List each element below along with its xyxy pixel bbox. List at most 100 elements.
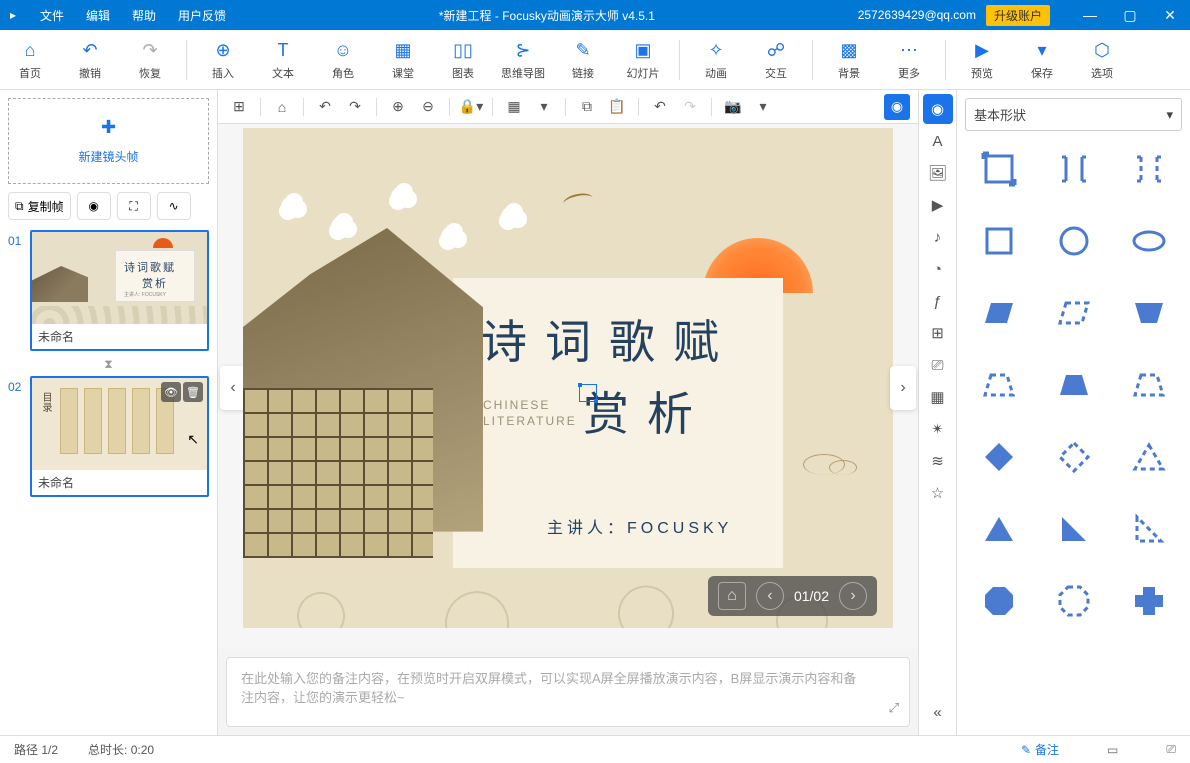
undo2-button[interactable]: ↶ xyxy=(647,94,673,120)
music-tab[interactable]: ♪ xyxy=(923,222,953,252)
ruler-button[interactable]: ⊞ xyxy=(226,94,252,120)
insert-button[interactable]: ⊕插入 xyxy=(193,30,253,90)
selection-handle[interactable] xyxy=(579,384,597,402)
layer-tab[interactable]: ≋ xyxy=(923,446,953,476)
shape-triangle-fill[interactable] xyxy=(969,507,1028,551)
slide-button[interactable]: ▣幻灯片 xyxy=(613,30,673,90)
shape-right-triangle[interactable] xyxy=(1044,507,1103,551)
shape-octagon[interactable] xyxy=(969,579,1028,623)
image-tab[interactable]: 🖼 xyxy=(923,158,953,188)
screenshot-button[interactable]: 📷 xyxy=(720,94,746,120)
redo-button[interactable]: ↷恢复 xyxy=(120,30,180,90)
link-button[interactable]: ✎链接 xyxy=(553,30,613,90)
minimize-button[interactable]: ― xyxy=(1070,7,1110,24)
rotate-right-button[interactable]: ↷ xyxy=(342,94,368,120)
mindmap-button[interactable]: ⊱思维导图 xyxy=(493,30,553,90)
shape-category-select[interactable]: 基本形狀▾ xyxy=(965,98,1182,131)
shape-trapezoid-down[interactable] xyxy=(1119,291,1178,335)
present-button[interactable]: ▭ xyxy=(1107,743,1118,757)
shapes-tab[interactable]: ◉ xyxy=(923,94,953,124)
pager-prev-button[interactable]: ‹ xyxy=(756,582,784,610)
account-email[interactable]: 2572639429@qq.com xyxy=(858,8,986,22)
shape-parallelogram-fill[interactable] xyxy=(969,291,1028,335)
pager-next-button[interactable]: › xyxy=(839,582,867,610)
paste-button[interactable]: 📋 xyxy=(604,94,630,120)
shape-circle[interactable] xyxy=(1044,219,1103,263)
video-tab[interactable]: ▶ xyxy=(923,190,953,220)
class-button[interactable]: ▦课堂 xyxy=(373,30,433,90)
home-view-button[interactable]: ⌂ xyxy=(269,94,295,120)
pager-home-button[interactable]: ⌂ xyxy=(718,582,746,610)
widget-tab[interactable]: ▦ xyxy=(923,382,953,412)
menu-file[interactable]: 文件 xyxy=(30,7,74,24)
notes-toggle[interactable]: ✎ 备注 xyxy=(1021,741,1059,758)
more-button[interactable]: ⋯更多 xyxy=(879,30,939,90)
shape-right-triangle-dash[interactable] xyxy=(1119,507,1178,551)
shape-square[interactable] xyxy=(969,219,1028,263)
shape-brackets[interactable] xyxy=(1044,147,1103,191)
menu-help[interactable]: 帮助 xyxy=(122,7,166,24)
delete-icon[interactable]: 🗑 xyxy=(183,382,203,402)
anim-button[interactable]: ✧动画 xyxy=(686,30,746,90)
role-button[interactable]: ☺角色 xyxy=(313,30,373,90)
shape-cross[interactable] xyxy=(1119,579,1178,623)
expand-icon[interactable]: ⤢ xyxy=(889,700,899,716)
lock-button[interactable]: 🔒▾ xyxy=(458,94,484,120)
effect-tab[interactable]: ✴ xyxy=(923,414,953,444)
shape-ellipse[interactable] xyxy=(1119,219,1178,263)
grid-opts-button[interactable]: ▾ xyxy=(531,94,557,120)
canvas[interactable]: 诗词歌赋 赏析 CHINESE LITERATURE 主讲人：FOCUSKY ⌂… xyxy=(243,128,893,628)
text-button[interactable]: T文本 xyxy=(253,30,313,90)
text-tab[interactable]: A xyxy=(923,126,953,156)
next-slide-button[interactable]: › xyxy=(890,366,916,410)
options-button[interactable]: ⬡选项 xyxy=(1072,30,1132,90)
shape-parallelogram-dash[interactable] xyxy=(1044,291,1103,335)
shape-octagon-dash[interactable] xyxy=(1044,579,1103,623)
maximize-button[interactable]: ▢ xyxy=(1110,7,1150,24)
favorite-tab[interactable]: ☆ xyxy=(923,478,953,508)
preview-button[interactable]: ▶预览 xyxy=(952,30,1012,90)
copy-frame-button[interactable]: ⧉复制帧 xyxy=(8,192,71,220)
undo-button[interactable]: ↶撤销 xyxy=(60,30,120,90)
slide-thumb-2[interactable]: 目录 👁🗑 ↖ 未命名 xyxy=(30,376,209,497)
shape-trapezoid-outline[interactable] xyxy=(1119,363,1178,407)
zoom-out-button[interactable]: ⊖ xyxy=(415,94,441,120)
shape-trapezoid-fill[interactable] xyxy=(1044,363,1103,407)
menu-edit[interactable]: 编辑 xyxy=(76,7,120,24)
chart-button[interactable]: ▯▯图表 xyxy=(433,30,493,90)
slide-thumb-1[interactable]: 诗词歌赋赏析主讲人: FOCUSKY 未命名 xyxy=(30,230,209,351)
grid-button[interactable]: ▦ xyxy=(501,94,527,120)
new-frame-button[interactable]: ✚ 新建镜头帧 xyxy=(8,98,209,184)
save-button[interactable]: ▾保存 xyxy=(1012,30,1072,90)
shape-diamond-dash[interactable] xyxy=(1044,435,1103,479)
menu-feedback[interactable]: 用户反馈 xyxy=(168,7,236,24)
layers-button[interactable]: ⎚ xyxy=(1166,742,1176,757)
shape-triangle-outline[interactable] xyxy=(1119,435,1178,479)
upgrade-button[interactable]: 升级账户 xyxy=(986,5,1050,26)
close-button[interactable]: ✕ xyxy=(1150,7,1190,24)
transition-icon[interactable]: ⧗ xyxy=(8,357,209,372)
copy-button[interactable]: ⧉ xyxy=(574,94,600,120)
eye-icon[interactable]: 👁 xyxy=(161,382,181,402)
template-tab[interactable]: ⎚ xyxy=(923,350,953,380)
bg-button[interactable]: ▩背景 xyxy=(819,30,879,90)
redo2-button[interactable]: ↷ xyxy=(677,94,703,120)
rotate-left-button[interactable]: ↶ xyxy=(312,94,338,120)
zoom-in-button[interactable]: ⊕ xyxy=(385,94,411,120)
formula-tab[interactable]: ƒ xyxy=(923,286,953,316)
grid-tab[interactable]: ⊞ xyxy=(923,318,953,348)
collapse-rail-button[interactable]: « xyxy=(923,697,953,727)
camera-button[interactable]: ◉ xyxy=(77,192,111,220)
fullscreen-button[interactable]: ⛶ xyxy=(117,192,151,220)
home-button[interactable]: ⌂首页 xyxy=(0,30,60,90)
notes-area[interactable]: 在此处输入您的备注内容，在预览时开启双屏模式，可以实现A屏全屏播放演示内容，B屏… xyxy=(226,657,910,727)
shape-frame[interactable] xyxy=(969,147,1028,191)
interact-button[interactable]: ☍交互 xyxy=(746,30,806,90)
shape-dashed-brackets[interactable] xyxy=(1119,147,1178,191)
path-button[interactable]: ∿ xyxy=(157,192,191,220)
chart-tab[interactable]: ◔ xyxy=(923,254,953,284)
shape-trapezoid-dash[interactable] xyxy=(969,363,1028,407)
screenshot-opts-button[interactable]: ▾ xyxy=(750,94,776,120)
shape-diamond-fill[interactable] xyxy=(969,435,1028,479)
shapes-toggle[interactable]: ◉ xyxy=(884,94,910,120)
